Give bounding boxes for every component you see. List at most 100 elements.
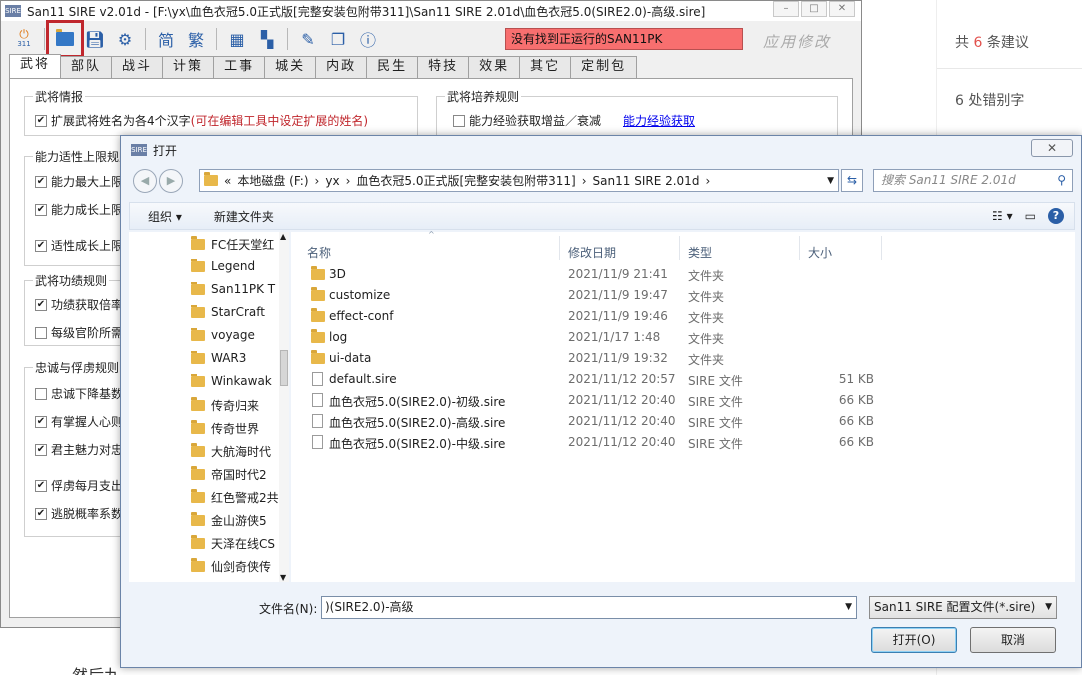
toolbar-separator [287, 28, 288, 50]
tab-cities[interactable]: 城关 [264, 56, 317, 78]
suggest-suffix: 条建议 [982, 35, 1029, 51]
tab-general[interactable]: 武将 [9, 54, 62, 78]
tree-item[interactable]: San11PK T [191, 282, 279, 296]
tree-item[interactable]: 传奇世界 [191, 420, 279, 437]
ability-max-checkbox[interactable]: ✔ 能力最大上限 [35, 173, 123, 190]
file-row[interactable]: 3D 2021/11/9 21:41 文件夹 [291, 264, 1071, 285]
file-row[interactable]: 血色衣冠5.0(SIRE2.0)-中级.sire 2021/11/12 20:40… [291, 432, 1071, 453]
file-row[interactable]: log 2021/1/17 1:48 文件夹 [291, 327, 1071, 348]
tree-item[interactable]: FC任天堂红 [191, 236, 279, 253]
save-icon[interactable]: 💾︎ [82, 26, 108, 52]
tree-item[interactable]: Legend [191, 259, 279, 273]
exp-gain-checkbox[interactable]: 能力经验获取增益／衰减 [453, 112, 601, 129]
tab-custom-pack[interactable]: 定制包 [570, 56, 638, 78]
tab-others[interactable]: 其它 [519, 56, 572, 78]
open-folder-icon[interactable] [46, 20, 84, 58]
popularity-checkbox[interactable]: ✔ 有掌握人心则 [35, 413, 123, 430]
open-button[interactable]: 打开(O) [871, 627, 957, 653]
breadcrumb-yx[interactable]: yx [325, 174, 339, 188]
rank-required-checkbox[interactable]: 每级官阶所需 [35, 324, 123, 341]
dialog-close-button[interactable]: ✕ [1031, 139, 1073, 157]
address-bar[interactable]: « 本地磁盘 (F:) › yx › 血色衣冠5.0正式版[完整安装包附带311] ›… [199, 169, 839, 192]
back-arrow-icon[interactable]: ◀ [133, 169, 157, 193]
tree-item[interactable]: 红色警戒2共 [191, 489, 279, 506]
search-icon[interactable]: ⚲ [1057, 170, 1066, 191]
column-size[interactable]: 大小 [808, 244, 832, 261]
breadcrumb-overflow[interactable]: « [224, 174, 231, 188]
tab-effects[interactable]: 效果 [468, 56, 521, 78]
tab-strategy[interactable]: 计策 [162, 56, 215, 78]
chevron-down-icon[interactable]: ▼ [845, 597, 852, 618]
column-name[interactable]: 名称 [307, 244, 331, 261]
group-ability-limit: 能力适性上限规则 ✔ 能力最大上限 ✔ 能力成长上限 ✔ 适性成长上限 [24, 148, 134, 266]
tree-item[interactable]: 传奇归来 [191, 397, 279, 414]
address-dropdown-icon[interactable]: ▼ [827, 176, 834, 186]
tree-item[interactable]: 帝国时代2 [191, 466, 279, 483]
captive-cost-checkbox[interactable]: ✔ 俘虏每月支出 [35, 477, 123, 494]
refresh-icon[interactable]: ⇆ [841, 169, 863, 192]
breadcrumb-drive[interactable]: 本地磁盘 (F:) [237, 172, 308, 189]
apply-changes-button[interactable]: 应用修改 [763, 31, 831, 52]
copy-icon[interactable]: ❐ [325, 26, 351, 52]
help-icon[interactable]: ? [1048, 208, 1064, 224]
preview-pane-icon[interactable]: ▭ [1025, 209, 1036, 223]
tree-item[interactable]: 天泽在线CS [191, 535, 279, 552]
tab-troops[interactable]: 部队 [60, 56, 113, 78]
simplified-chinese-icon[interactable]: 简 [153, 26, 179, 52]
tab-livelihood[interactable]: 民生 [366, 56, 419, 78]
ability-growth-checkbox[interactable]: ✔ 能力成长上限 [35, 201, 123, 218]
scrollbar-thumb[interactable] [280, 350, 288, 386]
filename-input[interactable]: )(SIRE2.0)-高级 ▼ [321, 596, 857, 619]
breadcrumb-game-folder[interactable]: 血色衣冠5.0正式版[完整安装包附带311] [356, 172, 575, 189]
tree-item[interactable]: WAR3 [191, 351, 279, 365]
tree-item[interactable]: StarCraft [191, 305, 279, 319]
column-type[interactable]: 类型 [688, 244, 712, 261]
tab-battle[interactable]: 战斗 [111, 56, 164, 78]
tree-item[interactable]: Winkawak [191, 374, 279, 388]
tree-scrollbar[interactable]: ▲ ▼ [279, 232, 289, 582]
tab-works[interactable]: 工事 [213, 56, 266, 78]
tab-domestic[interactable]: 内政 [315, 56, 368, 78]
file-row[interactable]: 血色衣冠5.0(SIRE2.0)-初级.sire 2021/11/12 20:40… [291, 390, 1071, 411]
settings-icon[interactable]: ⚙ [112, 26, 138, 52]
exp-gain-link[interactable]: 能力经验获取 [623, 112, 695, 129]
filetype-select[interactable]: San11 SIRE 配置文件(*.sire) ▼ [869, 596, 1057, 619]
suggestion-count[interactable]: 共 6 条建议 [955, 32, 1029, 52]
close-button[interactable]: ✕ [829, 1, 855, 17]
view-options-icon[interactable]: ☷ ▾ [992, 209, 1013, 223]
typo-count[interactable]: 6 处错别字 [955, 90, 1024, 110]
loyalty-drop-checkbox[interactable]: 忠诚下降基数 [35, 385, 123, 402]
file-row[interactable]: customize 2021/11/9 19:47 文件夹 [291, 285, 1071, 306]
tile-icon[interactable]: ▚ [254, 26, 280, 52]
search-input[interactable]: 搜索 San11 SIRE 2.01d ⚲ [873, 169, 1073, 192]
cancel-button[interactable]: 取消 [970, 627, 1056, 653]
column-date[interactable]: 修改日期 [568, 244, 616, 261]
tree-item[interactable]: 仙剑奇侠传 [191, 558, 279, 575]
maximize-button[interactable]: □ [801, 1, 827, 17]
breadcrumb-sire-folder[interactable]: San11 SIRE 2.01d [593, 174, 700, 188]
escape-rate-checkbox[interactable]: ✔ 逃脱概率系数 [35, 505, 123, 522]
forward-arrow-icon[interactable]: ▶ [159, 169, 183, 193]
tree-item[interactable]: 大航海时代 [191, 443, 279, 460]
lord-charisma-checkbox[interactable]: ✔ 君主魅力对忠 [35, 441, 123, 458]
tree-item[interactable]: voyage [191, 328, 279, 342]
file-row[interactable]: effect-conf 2021/11/9 19:46 文件夹 [291, 306, 1071, 327]
chevron-down-icon[interactable]: ▼ [1045, 597, 1052, 618]
new-folder-button[interactable]: 新建文件夹 [214, 208, 274, 225]
organize-button[interactable]: 组织 ▾ [148, 208, 182, 225]
tree-item[interactable]: 金山游侠5 [191, 512, 279, 529]
file-row[interactable]: 血色衣冠5.0(SIRE2.0)-高级.sire 2021/11/12 20:40… [291, 411, 1071, 432]
traditional-chinese-icon[interactable]: 繁 [183, 26, 209, 52]
file-row[interactable]: default.sire 2021/11/12 20:57 SIRE 文件 51 KB [291, 369, 1071, 390]
file-row[interactable]: ui-data 2021/11/9 19:32 文件夹 [291, 348, 1071, 369]
grid-icon[interactable]: ▦ [224, 26, 250, 52]
aptitude-growth-checkbox[interactable]: ✔ 适性成长上限 [35, 237, 123, 254]
extend-name-checkbox[interactable]: ✔ 扩展武将姓名为各4个汉字 (可在编辑工具中设定扩展的姓名) [35, 112, 368, 129]
tab-bar: 武将 部队 战斗 计策 工事 城关 内政 民生 特技 效果 其它 定制包 [9, 54, 638, 78]
info-icon[interactable]: ⓘ [355, 26, 381, 52]
san11-process-icon[interactable]: ⏻ 311 [11, 26, 37, 52]
tab-skills[interactable]: 特技 [417, 56, 470, 78]
minimize-button[interactable]: – [773, 1, 799, 17]
merit-rate-checkbox[interactable]: ✔ 功绩获取倍率 [35, 296, 123, 313]
edit-icon[interactable]: ✎ [295, 26, 321, 52]
